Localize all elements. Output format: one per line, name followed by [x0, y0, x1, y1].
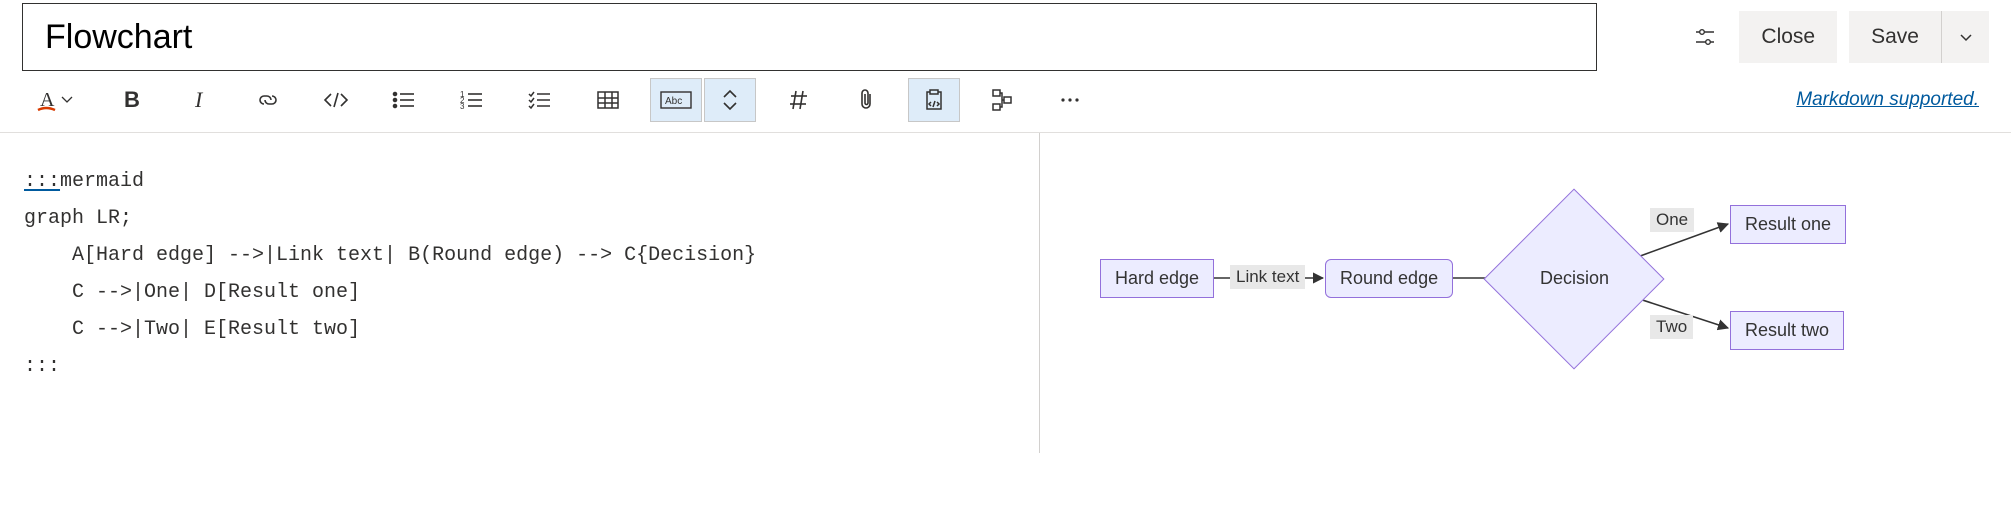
- save-dropdown-button[interactable]: [1941, 11, 1989, 63]
- node-decision-label: Decision: [1540, 268, 1609, 289]
- table-icon: [596, 89, 620, 111]
- italic-button[interactable]: I: [174, 78, 226, 122]
- svg-text:I: I: [194, 89, 204, 111]
- chevron-down-icon: [1958, 29, 1974, 45]
- node-hard-edge: Hard edge: [1100, 259, 1214, 298]
- page-settings-button[interactable]: [1683, 15, 1727, 59]
- link-icon: [256, 88, 280, 112]
- header-actions: Close Save: [1683, 11, 1989, 63]
- chevrons-vertical-icon: [720, 88, 740, 112]
- checklist-icon: [528, 89, 552, 111]
- bold-button[interactable]: B: [106, 78, 158, 122]
- editor-line: C -->|One| D[Result one]: [24, 281, 360, 304]
- svg-text:3: 3: [460, 102, 465, 111]
- paperclip-icon: [856, 88, 876, 112]
- editor-line: graph LR;: [24, 207, 132, 230]
- diagram-preview: Hard edge Link text Round edge Decision …: [1040, 133, 2011, 453]
- node-round-edge: Round edge: [1325, 259, 1453, 298]
- code-fence-open: :::: [24, 170, 60, 193]
- mermaid-diagram-button[interactable]: [976, 78, 1028, 122]
- node-result-two: Result two: [1730, 311, 1844, 350]
- paste-code-button[interactable]: [908, 78, 960, 122]
- table-button[interactable]: [582, 78, 634, 122]
- code-lang: mermaid: [60, 170, 144, 193]
- close-button[interactable]: Close: [1739, 11, 1837, 63]
- diagram-icon: [990, 88, 1014, 112]
- code-fence-close: :::: [24, 355, 60, 378]
- link-button[interactable]: [242, 78, 294, 122]
- numbered-list-icon: 1 2 3: [460, 89, 484, 111]
- content-area: :::mermaid graph LR; A[Hard edge] -->|Li…: [0, 133, 2011, 453]
- collapse-expand-button[interactable]: [704, 78, 756, 122]
- svg-text:Abc: Abc: [665, 96, 682, 107]
- attach-button[interactable]: [840, 78, 892, 122]
- editor-line: A[Hard edge] -->|Link text| B(Round edge…: [24, 244, 756, 267]
- svg-text:B: B: [124, 89, 140, 111]
- header-row: Close Save: [0, 0, 2011, 74]
- more-actions-button[interactable]: [1044, 78, 1096, 122]
- node-result-one: Result one: [1730, 205, 1846, 244]
- text-format-dropdown[interactable]: A: [22, 78, 90, 122]
- abc-icon: Abc: [660, 89, 692, 111]
- edge-label-two: Two: [1650, 315, 1693, 339]
- markdown-supported-link[interactable]: Markdown supported.: [1796, 89, 1979, 111]
- bullet-list-icon: [392, 89, 416, 111]
- heading-button[interactable]: [772, 78, 824, 122]
- clipboard-code-icon: [922, 88, 946, 112]
- sliders-icon: [1693, 25, 1717, 49]
- formatting-toolbar: A B I 1 2 3: [0, 74, 2011, 132]
- code-icon: [323, 89, 349, 111]
- edge-label-link-text: Link text: [1230, 265, 1305, 289]
- numbered-list-button[interactable]: 1 2 3: [446, 78, 498, 122]
- editor-line: C -->|Two| E[Result two]: [24, 318, 360, 341]
- italic-icon: I: [189, 89, 211, 111]
- bold-icon: B: [121, 89, 143, 111]
- save-split-button: Save: [1849, 11, 1989, 63]
- title-input[interactable]: [22, 3, 1597, 71]
- markdown-editor[interactable]: :::mermaid graph LR; A[Hard edge] -->|Li…: [0, 133, 1040, 453]
- code-button[interactable]: [310, 78, 362, 122]
- abc-proofing-button[interactable]: Abc: [650, 78, 702, 122]
- edge-label-one: One: [1650, 208, 1694, 232]
- save-button[interactable]: Save: [1849, 11, 1941, 63]
- ellipsis-icon: [1060, 96, 1080, 104]
- checklist-button[interactable]: [514, 78, 566, 122]
- text-format-icon: A: [36, 87, 76, 113]
- bullet-list-button[interactable]: [378, 78, 430, 122]
- hash-icon: [787, 89, 809, 111]
